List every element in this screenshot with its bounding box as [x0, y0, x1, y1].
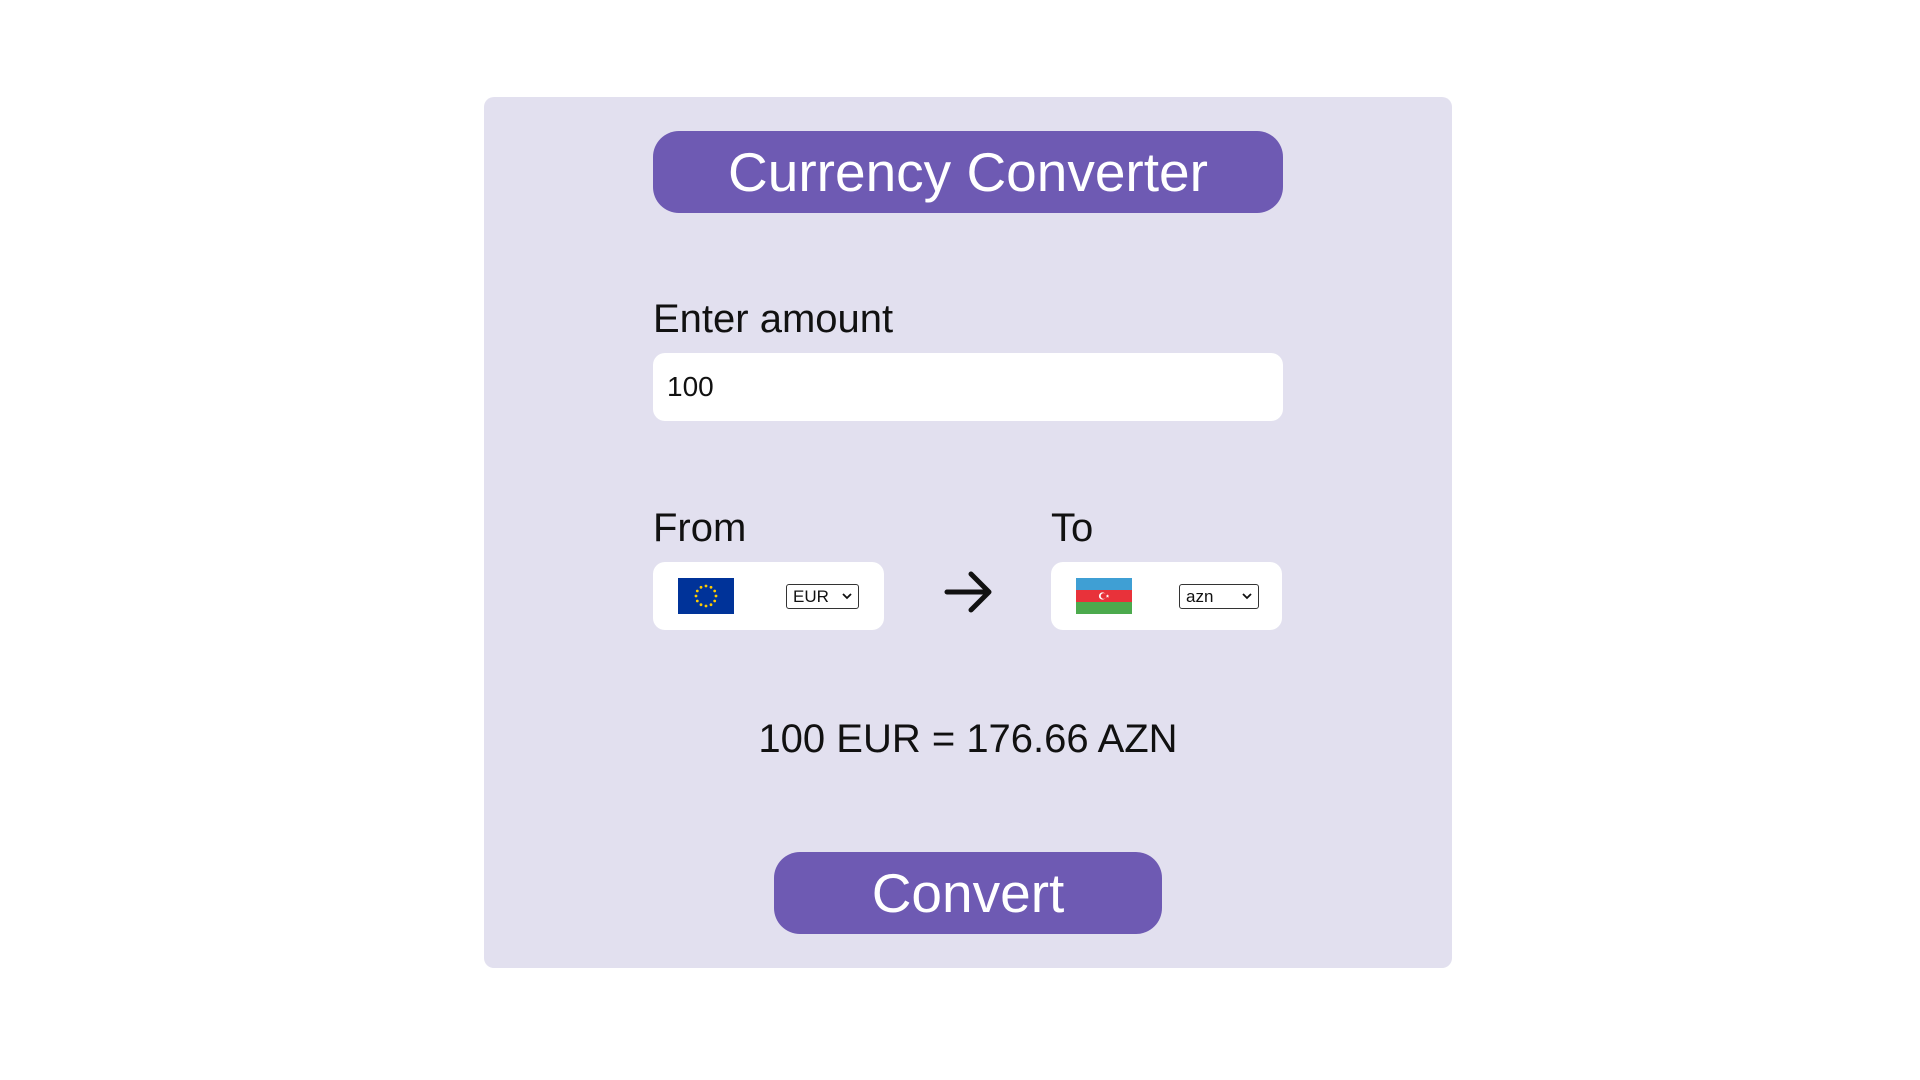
from-currency-box: EUR: [653, 562, 884, 630]
conversion-result: 100 EUR = 176.66 AZN: [758, 717, 1178, 761]
arrow-right-icon: [944, 571, 992, 613]
chevron-down-icon: [842, 593, 852, 600]
app-title: Currency Converter: [653, 131, 1283, 213]
to-currency-value: azn: [1186, 587, 1214, 606]
from-label: From: [653, 506, 747, 550]
to-label: To: [1051, 506, 1094, 550]
from-currency-value: EUR: [793, 587, 829, 606]
amount-input[interactable]: [653, 353, 1283, 421]
eu-flag-icon: [678, 578, 734, 614]
chevron-down-icon: [1242, 593, 1252, 600]
to-currency-box: azn: [1051, 562, 1282, 630]
converter-card: Currency Converter Enter amount From E: [484, 97, 1452, 968]
azerbaijan-flag-icon: [1076, 578, 1132, 614]
to-currency-select[interactable]: azn: [1179, 584, 1259, 609]
from-currency-select[interactable]: EUR: [786, 584, 859, 609]
convert-button[interactable]: Convert: [774, 852, 1162, 934]
amount-label: Enter amount: [653, 297, 894, 341]
